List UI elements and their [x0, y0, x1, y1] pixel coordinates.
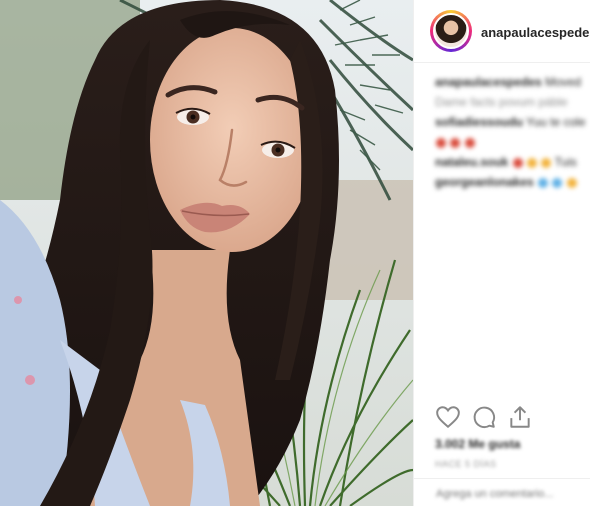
emoji-icon: [541, 157, 552, 168]
share-icon[interactable]: [507, 404, 533, 430]
emoji-icon: [538, 177, 549, 188]
emoji-icon: [566, 177, 577, 188]
add-comment-bar: [414, 478, 590, 506]
comment-username[interactable]: georgeanlonakes: [435, 175, 534, 189]
list-item: sofiadiessoudu Yuu te cole: [435, 112, 585, 132]
emoji-icon: [512, 157, 523, 168]
emoji-icon: [552, 177, 563, 188]
comment-username[interactable]: sofiadiessoudu: [435, 115, 523, 129]
list-item: nataleu.souk Tuis: [435, 152, 585, 172]
post-side-panel: anapaulacespedes anapaulacespedes Moved …: [413, 0, 590, 506]
post-date: HACE 5 DÍAS: [435, 459, 497, 469]
username-link[interactable]: anapaulacespedes: [481, 25, 590, 40]
instagram-post: anapaulacespedes anapaulacespedes Moved …: [0, 0, 590, 506]
avatar[interactable]: [433, 13, 469, 49]
add-comment-input[interactable]: [434, 485, 588, 503]
photo-illustration: [0, 0, 413, 506]
action-bar: [435, 404, 585, 432]
comment-bubble-icon[interactable]: [471, 404, 497, 430]
emoji-icon: [464, 137, 475, 148]
emoji-icon: [450, 137, 461, 148]
comment-text: Yuu te cole: [526, 115, 585, 129]
comments-list: anapaulacespedes Moved Dame facts povum …: [435, 72, 585, 192]
emoji-icon: [527, 157, 538, 168]
list-item: georgeanlonakes: [435, 172, 585, 192]
caption: anapaulacespedes Moved: [435, 72, 585, 92]
caption-username[interactable]: anapaulacespedes: [435, 75, 542, 89]
post-photo[interactable]: [0, 0, 413, 506]
comment-text: Tuis: [554, 155, 577, 169]
likes-count[interactable]: 3.002 Me gusta: [435, 437, 520, 451]
caption-text: Moved: [545, 75, 582, 89]
caption-line-2: Dame facts povum páble: [435, 95, 568, 109]
post-header: anapaulacespedes: [414, 0, 590, 63]
story-ring[interactable]: [430, 10, 472, 52]
heart-icon[interactable]: [435, 404, 461, 430]
comment-username[interactable]: nataleu.souk: [435, 155, 508, 169]
emoji-icon: [436, 137, 446, 148]
list-item: [435, 132, 585, 152]
